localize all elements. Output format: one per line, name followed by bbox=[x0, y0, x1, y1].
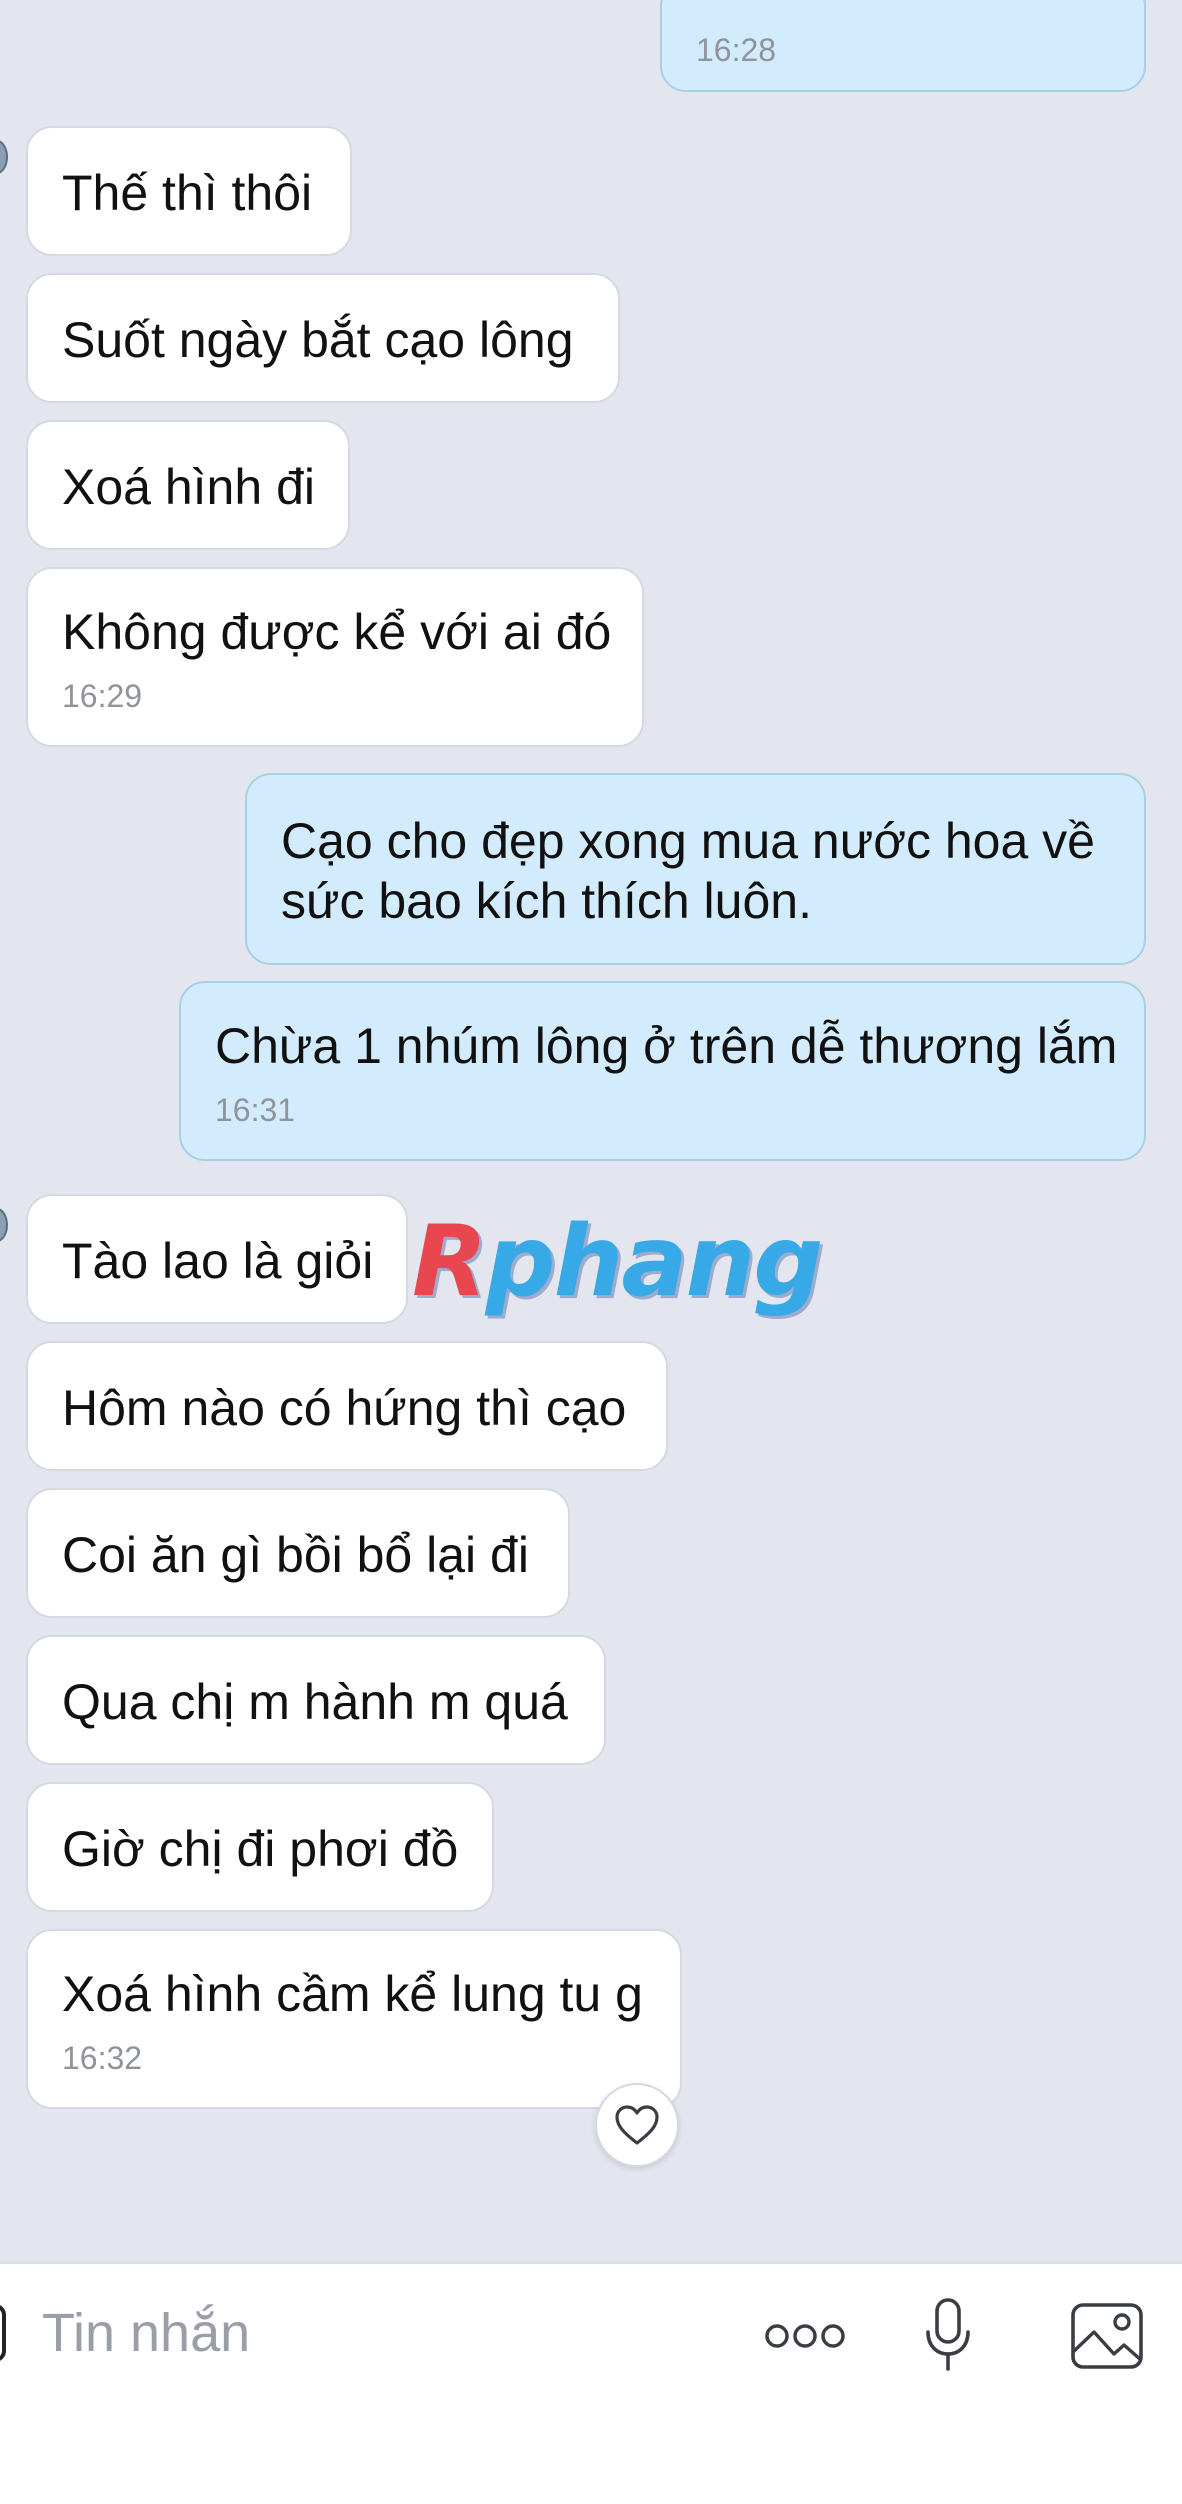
outgoing-message-bubble[interactable]: 16:28 bbox=[660, 0, 1146, 92]
image-icon bbox=[1071, 2303, 1143, 2369]
message-text: Giờ chị đi phơi đồ bbox=[62, 1821, 459, 1877]
message-text: Suốt ngày bắt cạo lông bbox=[62, 312, 574, 368]
incoming-message-bubble[interactable]: Qua chị m hành m quá bbox=[26, 1635, 606, 1765]
reaction-button[interactable] bbox=[595, 2083, 679, 2167]
incoming-message-bubble[interactable]: Thế thì thôi bbox=[26, 126, 352, 256]
more-options-button[interactable] bbox=[762, 2308, 848, 2364]
incoming-message-bubble[interactable]: Không được kể với ai đó 16:29 bbox=[26, 567, 644, 747]
message-text: Không được kể với ai đó bbox=[62, 604, 612, 660]
image-button[interactable] bbox=[1068, 2300, 1146, 2372]
message-timestamp: 16:32 bbox=[62, 2040, 143, 2076]
heart-icon bbox=[615, 2105, 659, 2145]
watermark-logo: Rphang bbox=[412, 1205, 823, 1319]
chat-area: 16:28 Thế thì thôi Suốt ngày bắt cạo lông X… bbox=[0, 0, 1182, 2262]
message-input-bar: Tin nhắn bbox=[0, 2262, 1182, 2504]
message-text: Hôm nào có hứng thì cạo bbox=[62, 1380, 627, 1436]
emoji-button[interactable] bbox=[0, 2304, 6, 2362]
message-text: Cạo cho đẹp xong mua nước hoa về bbox=[281, 813, 1095, 869]
message-text: Thế thì thôi bbox=[62, 165, 313, 221]
message-timestamp: 16:31 bbox=[215, 1092, 296, 1128]
message-text: Tào lao là giỏi bbox=[62, 1233, 374, 1289]
message-text: Coi ăn gì bồi bổ lại đi bbox=[62, 1527, 529, 1583]
outgoing-message-bubble[interactable]: Cạo cho đẹp xong mua nước hoa về sức bao … bbox=[245, 773, 1146, 965]
sender-avatar[interactable] bbox=[0, 140, 8, 174]
incoming-message-bubble[interactable]: Coi ăn gì bồi bổ lại đi bbox=[26, 1488, 570, 1618]
message-text: Xoá hình cầm kể lung tu g bbox=[62, 1966, 643, 2022]
outgoing-message-bubble[interactable]: Chừa 1 nhúm lông ở trên dễ thương lắm 16:… bbox=[179, 981, 1146, 1161]
incoming-message-bubble[interactable]: Xoá hình cầm kể lung tu g 16:32 bbox=[26, 1929, 682, 2109]
more-options-icon bbox=[765, 2324, 845, 2348]
message-timestamp: 16:29 bbox=[62, 678, 143, 714]
incoming-message-bubble[interactable]: Suốt ngày bắt cạo lông bbox=[26, 273, 620, 403]
incoming-message-bubble[interactable]: Tào lao là giỏi bbox=[26, 1194, 408, 1324]
incoming-message-bubble[interactable]: Giờ chị đi phơi đồ bbox=[26, 1782, 494, 1912]
microphone-button[interactable] bbox=[918, 2294, 978, 2378]
incoming-message-bubble[interactable]: Hôm nào có hứng thì cạo bbox=[26, 1341, 668, 1471]
incoming-message-bubble[interactable]: Xoá hình đi bbox=[26, 420, 350, 550]
sender-avatar[interactable] bbox=[0, 1208, 8, 1242]
message-input[interactable]: Tin nhắn bbox=[42, 2302, 250, 2364]
message-text: Qua chị m hành m quá bbox=[62, 1674, 568, 1730]
message-timestamp: 16:28 bbox=[696, 32, 777, 68]
message-text: sức bao kích thích luôn. bbox=[281, 873, 812, 929]
message-text: Xoá hình đi bbox=[62, 459, 315, 515]
microphone-icon bbox=[926, 2298, 970, 2371]
message-text: Chừa 1 nhúm lông ở trên dễ thương lắm bbox=[215, 1018, 1118, 1074]
